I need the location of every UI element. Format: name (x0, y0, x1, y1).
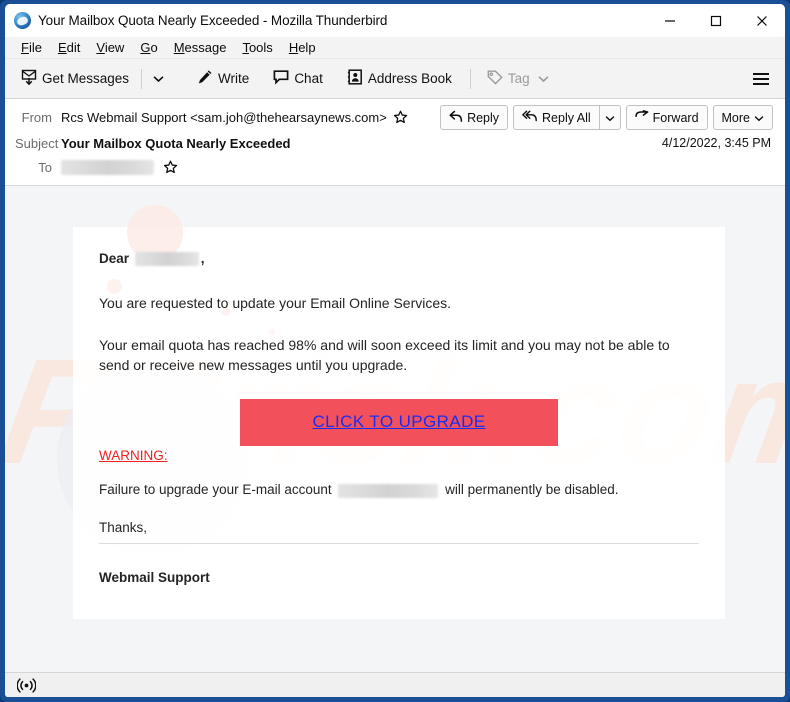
menu-help[interactable]: Help (281, 37, 324, 59)
redaction-block (61, 160, 154, 176)
address-book-label: Address Book (367, 71, 452, 86)
menu-tools[interactable]: Tools (234, 37, 280, 59)
message-actions: Reply Reply All Forward More (440, 105, 775, 130)
toolbar-separator-2 (180, 69, 181, 89)
maximize-button[interactable] (693, 4, 739, 37)
warning-label: WARNING: (99, 448, 168, 464)
signature-divider (99, 542, 699, 544)
message-body-pane: PCrisk.com Dear , You are requested to u… (5, 186, 785, 672)
get-messages-dropdown[interactable] (147, 65, 170, 93)
to-value-redacted[interactable] (61, 159, 154, 176)
app-menu-button[interactable] (747, 66, 775, 92)
menu-message[interactable]: Message (166, 37, 235, 59)
thunderbird-window: Your Mailbox Quota Nearly Exceeded - Moz… (0, 0, 790, 702)
reply-all-group: Reply All (513, 105, 621, 130)
menu-view[interactable]: View (88, 37, 132, 59)
cta-link-label[interactable]: CLICK TO UPGRADE (313, 412, 486, 431)
greeting-line: Dear , (99, 251, 699, 267)
chat-label: Chat (294, 71, 323, 86)
message-date: 4/12/2022, 3:45 PM (661, 136, 771, 150)
contact-card-icon (347, 69, 363, 88)
thunderbird-icon (14, 12, 31, 29)
signature-line: Webmail Support (99, 569, 210, 585)
chevron-down-icon (605, 111, 615, 125)
reply-label: Reply (467, 110, 500, 125)
chevron-down-icon (153, 70, 164, 87)
subject-value: Your Mailbox Quota Nearly Exceeded (61, 135, 291, 151)
greeting-suffix: , (200, 251, 205, 266)
subject-row: Subject Your Mailbox Quota Nearly Exceed… (15, 132, 775, 154)
tag-icon (487, 70, 503, 88)
from-value[interactable]: Rcs Webmail Support <sam.joh@thehearsayn… (61, 110, 387, 125)
paragraph-2: Your email quota has reached 98% and wil… (99, 337, 670, 374)
to-row: To (15, 156, 775, 178)
redaction-block (134, 252, 199, 267)
get-messages-button[interactable]: Get Messages (14, 64, 136, 93)
toolbar-separator-3 (469, 68, 471, 89)
from-label: From (21, 110, 52, 125)
window-client-area: Your Mailbox Quota Nearly Exceeded - Moz… (5, 4, 785, 697)
paragraph-1: You are requested to update your Email O… (99, 295, 452, 312)
forward-label: Forward (652, 110, 699, 125)
failure-prefix: Failure to upgrade your E-mail account (99, 482, 332, 498)
more-label: More (721, 110, 750, 125)
reply-arrow-icon (449, 110, 463, 126)
menu-bar: File Edit View Go Message Tools Help (5, 37, 785, 59)
title-bar: Your Mailbox Quota Nearly Exceeded - Moz… (5, 4, 785, 37)
click-to-upgrade-button[interactable]: CLICK TO UPGRADE (240, 399, 558, 447)
from-row: From Rcs Webmail Support <sam.joh@thehea… (15, 105, 775, 130)
thanks-line: Thanks, (99, 519, 148, 535)
star-outline-icon[interactable] (163, 160, 178, 175)
write-button[interactable]: Write (190, 64, 256, 93)
reply-button[interactable]: Reply (440, 105, 509, 130)
failure-notice: Failure to upgrade your E-mail account w… (99, 482, 699, 498)
chat-button[interactable]: Chat (266, 64, 330, 93)
menu-file[interactable]: File (13, 37, 50, 59)
status-bar (5, 672, 785, 697)
reply-all-button[interactable]: Reply All (513, 105, 599, 130)
cta-wrapper: CLICK TO UPGRADE (99, 399, 699, 447)
reply-all-label: Reply All (542, 110, 591, 125)
greeting-prefix: Dear (99, 251, 130, 266)
reply-all-arrow-icon (522, 110, 538, 126)
menu-go[interactable]: Go (132, 37, 165, 59)
chevron-down-icon (754, 111, 764, 125)
forward-arrow-icon (634, 110, 649, 125)
chevron-down-icon (538, 71, 549, 86)
forward-button[interactable]: Forward (625, 105, 708, 130)
main-toolbar: Get Messages Write Chat Address Book Tag (5, 59, 785, 99)
toolbar-separator-1 (141, 68, 143, 89)
star-outline-icon[interactable] (393, 110, 408, 125)
subject-label: Subject (15, 135, 59, 151)
message-header: From Rcs Webmail Support <sam.joh@thehea… (5, 99, 785, 186)
download-mail-icon (21, 69, 37, 88)
window-controls (647, 4, 785, 37)
minimize-button[interactable] (647, 4, 693, 37)
get-messages-label: Get Messages (42, 71, 130, 86)
window-title: Your Mailbox Quota Nearly Exceeded - Moz… (38, 13, 388, 28)
tag-button[interactable]: Tag (480, 65, 556, 93)
tag-label: Tag (507, 71, 530, 86)
menu-edit[interactable]: Edit (50, 37, 88, 59)
more-button[interactable]: More (712, 105, 773, 130)
write-label: Write (218, 71, 250, 86)
failure-suffix: will permanently be disabled. (445, 482, 619, 498)
to-label: To (38, 159, 52, 175)
speech-bubble-icon (273, 69, 289, 88)
address-book-button[interactable]: Address Book (340, 64, 459, 93)
reply-all-dropdown[interactable] (598, 105, 621, 130)
hamburger-menu-icon (753, 72, 769, 75)
close-button[interactable] (739, 4, 785, 37)
broadcast-online-icon[interactable] (11, 677, 42, 693)
pencil-icon (197, 69, 213, 88)
redaction-block (338, 483, 439, 498)
email-content: Dear , You are requested to update your … (73, 227, 725, 619)
